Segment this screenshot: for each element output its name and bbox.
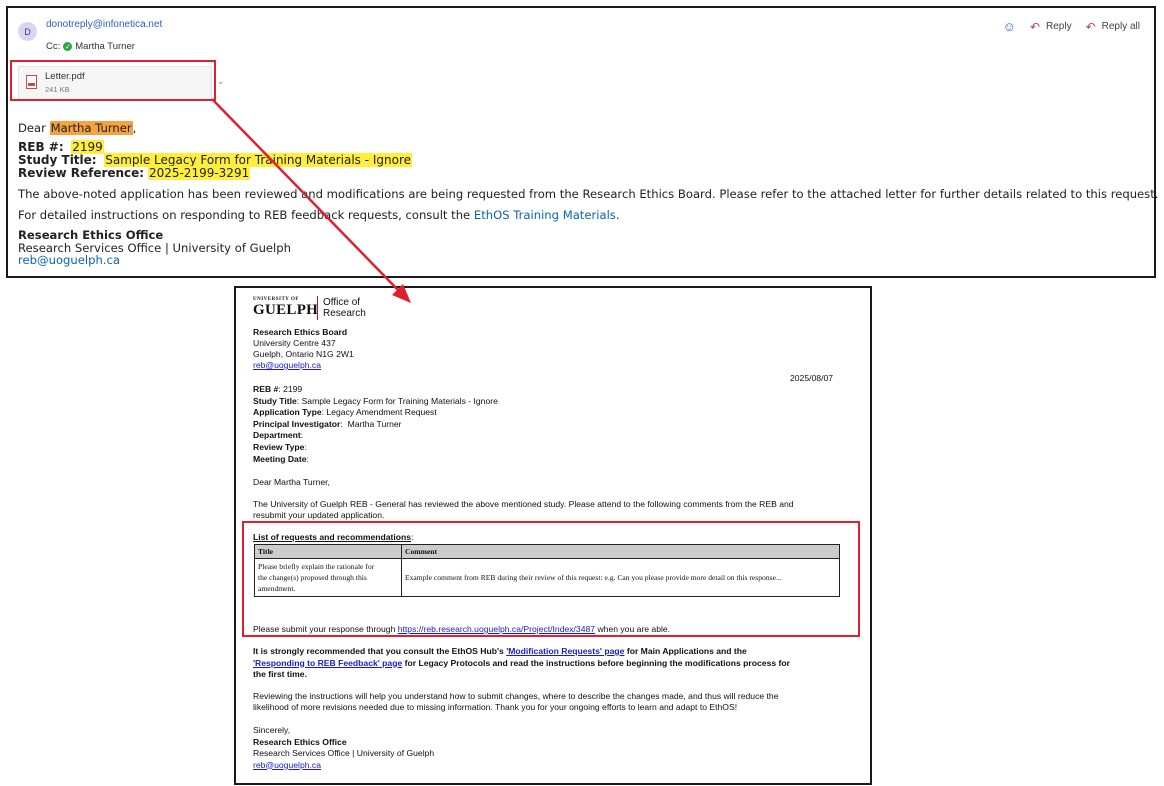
- arrow-line: [211, 98, 401, 293]
- callout-arrow: [211, 98, 411, 303]
